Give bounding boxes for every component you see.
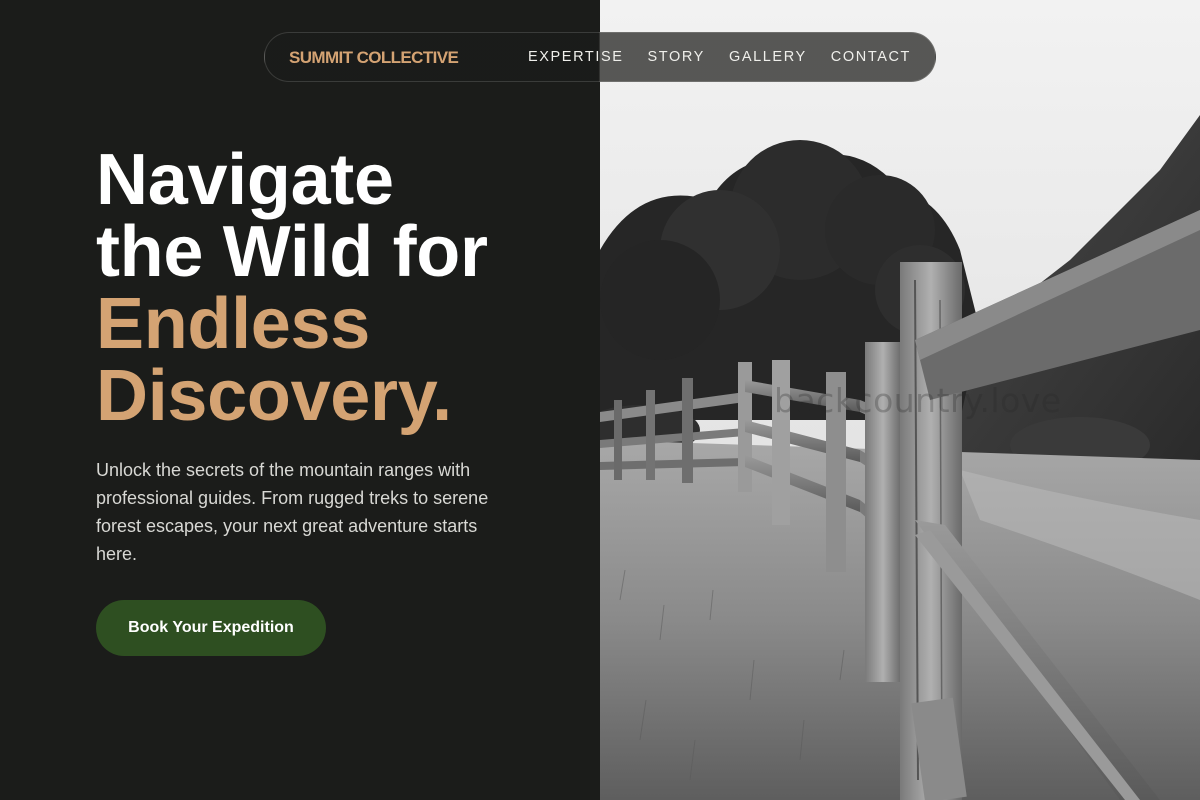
nav-links: EXPERTISE STORY GALLERY CONTACT [528,49,911,65]
image-watermark: backcountry.love [774,381,1062,420]
nav-link-story[interactable]: STORY [648,49,705,65]
hero-title-accent-line: Endless [96,284,371,364]
nav-link-expertise[interactable]: EXPERTISE [528,49,624,65]
hero-title-line: Navigate [96,140,394,220]
nav-link-gallery[interactable]: GALLERY [729,49,807,65]
hero-title: Navigate the Wild for Endless Discovery. [96,144,556,432]
hero-title-accent-line: Discovery. [96,356,452,436]
hero-description: Unlock the secrets of the mountain range… [96,460,489,564]
brand-logo[interactable]: SUMMIT COLLECTIVE [289,48,459,68]
nav-link-contact[interactable]: CONTACT [831,49,911,65]
book-expedition-button[interactable]: Book Your Expedition [96,600,326,656]
top-navbar: SUMMIT COLLECTIVE EXPERTISE STORY GALLER… [264,32,936,82]
hero-title-line: the Wild for [96,212,488,292]
